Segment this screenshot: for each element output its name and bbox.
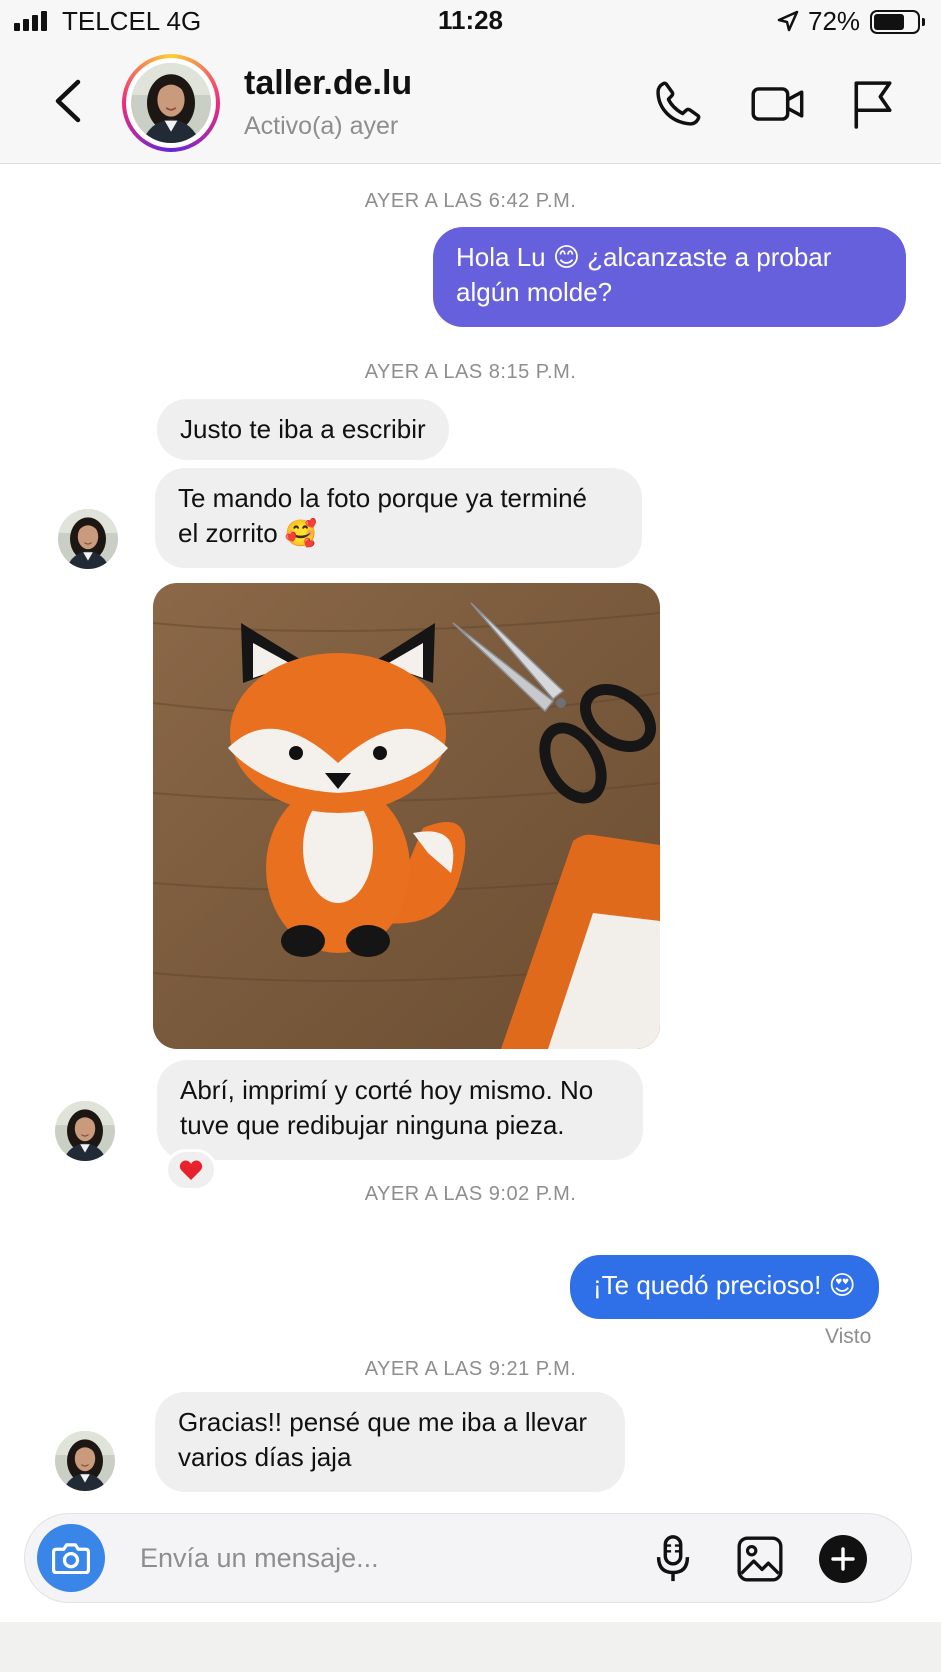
heart-icon (179, 1160, 203, 1180)
message-bubble-outgoing[interactable]: ¡Te quedó precioso! 😍 (570, 1255, 879, 1319)
message-text: el zorrito 🥰 (178, 518, 318, 548)
message-text: Abrí, imprimí y corté hoy mismo. No (180, 1075, 594, 1105)
plus-button[interactable] (819, 1535, 867, 1583)
camera-button[interactable] (37, 1524, 105, 1592)
sender-avatar[interactable] (58, 509, 118, 569)
message-composer (24, 1513, 912, 1603)
status-bar: TELCEL 4G 11:28 72% (0, 0, 941, 42)
microphone-icon[interactable] (653, 1534, 693, 1584)
timestamp-divider: AYER A LAS 9:02 P.M. (364, 1183, 577, 1205)
sender-avatar[interactable] (55, 1101, 115, 1161)
chat-header: taller.de.lu Activo(a) ayer (0, 42, 941, 164)
message-text: algún molde? (456, 277, 613, 307)
contact-activity-status: Activo(a) ayer (244, 112, 399, 140)
seen-receipt: Visto (825, 1325, 872, 1348)
contact-name[interactable]: taller.de.lu (244, 64, 412, 103)
battery-percent: 72% (808, 6, 861, 36)
location-arrow-icon (777, 10, 799, 32)
message-bubble-incoming[interactable]: Te mando la foto porque ya terminé el zo… (155, 468, 642, 568)
timestamp-divider: AYER A LAS 9:21 P.M. (364, 1358, 577, 1380)
timestamp-divider: AYER A LAS 6:42 P.M. (364, 190, 577, 212)
message-text: Gracias!! pensé que me iba a llevar (178, 1407, 587, 1437)
message-text: ¡Te quedó precioso! 😍 (593, 1270, 856, 1300)
message-input[interactable] (140, 1536, 630, 1580)
gallery-icon[interactable] (735, 1534, 785, 1584)
video-camera-icon[interactable] (750, 78, 806, 130)
plus-icon (831, 1547, 855, 1571)
message-text: Hola Lu 😊 ¿alcanzaste a probar (456, 242, 832, 272)
message-bubble-incoming[interactable]: Abrí, imprimí y corté hoy mismo. No tuve… (157, 1060, 643, 1160)
message-thread[interactable]: AYER A LAS 6:42 P.M. Hola Lu 😊 ¿alcanzas… (0, 165, 941, 1510)
contact-avatar[interactable] (122, 54, 220, 152)
avatar-image (131, 63, 211, 143)
phone-icon[interactable] (652, 78, 704, 130)
flag-icon[interactable] (850, 78, 896, 130)
timestamp-divider: AYER A LAS 8:15 P.M. (364, 361, 577, 383)
message-bubble-outgoing[interactable]: Hola Lu 😊 ¿alcanzaste a probar algún mol… (433, 227, 906, 327)
camera-icon (52, 1543, 90, 1574)
message-bubble-incoming[interactable]: Justo te iba a escribir (157, 399, 449, 460)
back-chevron-icon[interactable] (48, 76, 88, 126)
sender-avatar[interactable] (55, 1431, 115, 1491)
message-text: varios días jaja (178, 1442, 352, 1472)
message-text: Te mando la foto porque ya terminé (178, 483, 588, 513)
message-text: Justo te iba a escribir (180, 414, 426, 444)
photo-message-felt-fox[interactable] (153, 583, 660, 1049)
message-bubble-incoming[interactable]: Gracias!! pensé que me iba a llevar vari… (155, 1392, 625, 1492)
home-indicator-area (0, 1622, 941, 1672)
message-text: tuve que redibujar ninguna pieza. (180, 1110, 565, 1140)
battery-icon (870, 10, 925, 34)
